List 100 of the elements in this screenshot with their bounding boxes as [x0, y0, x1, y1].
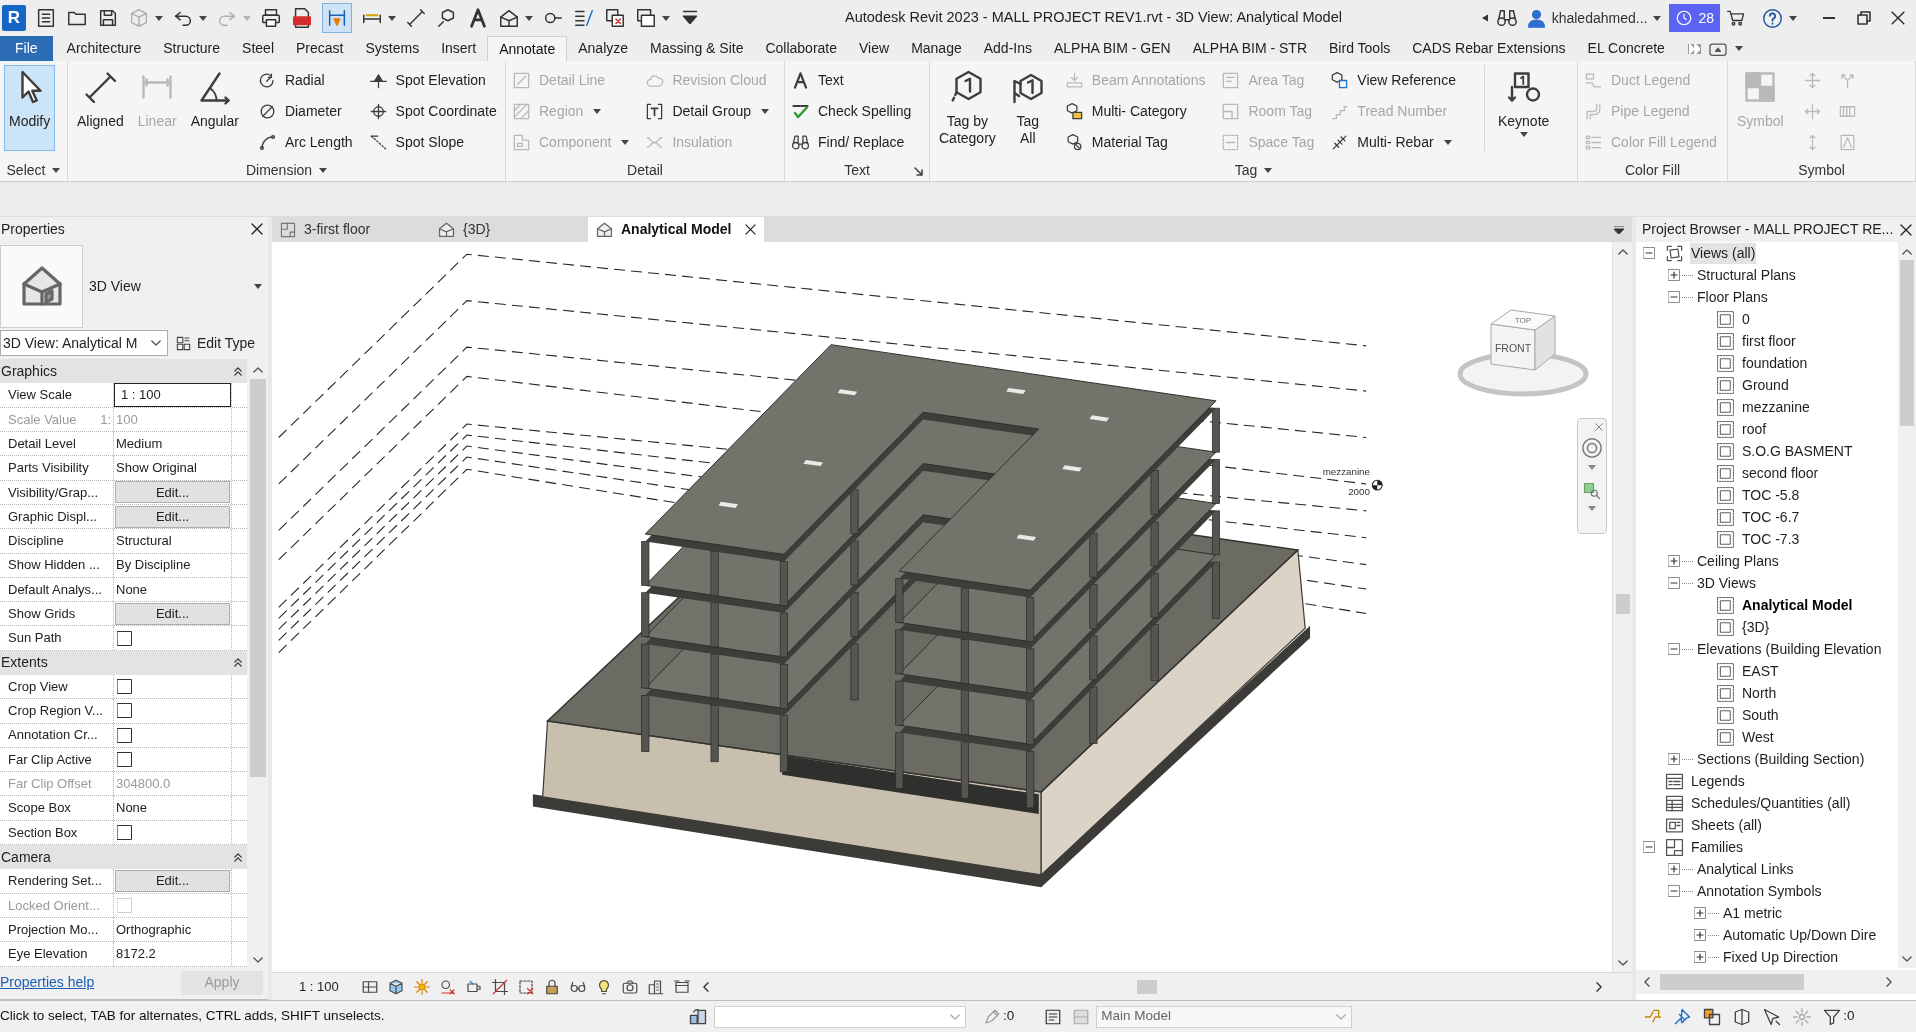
checkbox[interactable] [117, 752, 132, 767]
tree-item[interactable]: first floor [1741, 330, 1797, 352]
camera-icon[interactable] [620, 977, 639, 996]
ribbon-tab[interactable]: Massing & Site [639, 36, 755, 61]
ribbon-tool-button[interactable]: Diameter [255, 96, 355, 127]
tree-item[interactable]: North [1741, 682, 1778, 704]
expand-icon[interactable] [1668, 269, 1680, 281]
expand-icon[interactable] [1668, 555, 1680, 567]
chevron-down-icon[interactable] [1902, 956, 1912, 962]
workset-field[interactable] [714, 1005, 966, 1028]
edit-button[interactable]: Edit... [115, 481, 230, 504]
tree-item[interactable]: Views (all) [1690, 242, 1757, 264]
level-head-icon[interactable] [1371, 479, 1383, 491]
ribbon-tool-button[interactable]: Tag by Category [934, 65, 1001, 151]
cart-icon[interactable] [1726, 8, 1746, 28]
file-tab[interactable]: File [0, 36, 53, 61]
scrollbar-thumb[interactable] [1660, 974, 1804, 990]
ribbon-tool-button[interactable]: Angular [185, 65, 244, 151]
chevron-left-icon[interactable] [1644, 977, 1650, 987]
tree-item[interactable]: Sheets (all) [1690, 814, 1763, 836]
ribbon-tool-button[interactable]: Aligned [72, 65, 129, 151]
tree-item[interactable]: Ground [1741, 374, 1790, 396]
value-field[interactable]: 1 : 100 [114, 383, 231, 407]
tree-item[interactable]: Structural Plans [1696, 264, 1797, 286]
save-icon[interactable] [97, 7, 119, 29]
tree-item[interactable]: S.O.G BASMENT [1741, 440, 1854, 462]
edit-button[interactable]: Edit... [115, 602, 230, 625]
tree-item[interactable]: TOC -6.7 [1741, 506, 1801, 528]
ribbon-tool-button[interactable]: Find/ Replace [789, 127, 914, 158]
tree-item[interactable]: Annotation Symbols [1696, 880, 1823, 902]
caret-icon[interactable] [388, 15, 396, 21]
tree-item[interactable]: Analytical Model [1741, 594, 1854, 616]
crop-icon[interactable] [490, 977, 509, 996]
checkbox[interactable] [117, 679, 132, 695]
tree-item[interactable]: Floor Plans [1696, 286, 1769, 308]
chevron-up-icon[interactable] [1617, 249, 1628, 255]
user-menu[interactable]: khaledahmed... [1526, 4, 1662, 32]
circle-x-icon[interactable] [438, 977, 457, 996]
ring-icon[interactable] [1581, 437, 1603, 459]
panel-title[interactable]: Dimension [245, 159, 313, 181]
caret-icon[interactable] [52, 167, 61, 173]
collapse-icon[interactable] [234, 366, 242, 376]
close-icon[interactable] [251, 223, 263, 236]
dialog-launcher-icon[interactable] [914, 167, 923, 176]
edit-type-button[interactable]: Edit Type [176, 330, 256, 357]
tree-item[interactable]: Families [1690, 836, 1745, 858]
chevron-down-icon[interactable] [1617, 960, 1628, 966]
chevron-up-icon[interactable] [1902, 249, 1912, 255]
scrollbar-thumb[interactable] [1615, 594, 1630, 614]
caret-icon[interactable] [525, 15, 533, 21]
panel-title[interactable]: Select [6, 159, 46, 181]
dashed-square-x-icon[interactable] [516, 977, 535, 996]
ribbon-tool-button[interactable]: Spot Slope [366, 127, 499, 158]
caret-icon[interactable] [155, 15, 163, 21]
tree-item[interactable]: TOC -7.3 [1741, 528, 1801, 550]
caret-icon[interactable] [1789, 15, 1797, 21]
sun-icon[interactable] [412, 977, 431, 996]
scrollbar[interactable] [1898, 242, 1916, 968]
caret-icon[interactable] [319, 167, 328, 173]
tree-item[interactable]: 3D Views [1696, 572, 1757, 594]
buildings-icon[interactable] [646, 977, 665, 996]
ribbon-tab[interactable]: Manage [900, 36, 973, 61]
group-header[interactable]: Camera [1, 846, 51, 868]
blocks-icon[interactable] [688, 1006, 708, 1027]
tree-item[interactable]: Elevations (Building Elevation [1696, 638, 1883, 660]
close-icon[interactable] [1900, 223, 1912, 236]
expand-icon[interactable] [1668, 863, 1680, 875]
ribbon-tab[interactable]: Collaborate [754, 36, 849, 61]
tree-item[interactable]: roof [1741, 418, 1768, 440]
chevron-left-icon[interactable] [702, 981, 709, 992]
document-icon[interactable] [1044, 1007, 1063, 1026]
tree-item[interactable]: Fixed Up Direction [1722, 946, 1840, 968]
expand-icon[interactable] [1694, 951, 1706, 963]
ribbon-tool-button[interactable]: Tag All [1004, 65, 1051, 151]
chevron-right-icon[interactable] [1886, 977, 1892, 987]
tree-item[interactable]: Legends [1690, 770, 1746, 792]
tree-item[interactable]: Schedules/Quantities (all) [1690, 792, 1852, 814]
ribbon-tool-button[interactable]: Radial [255, 65, 355, 96]
ribbon-tab[interactable]: Structure [152, 36, 232, 61]
ribbon-tool-button[interactable]: Arc Length [255, 127, 355, 158]
chevron-down-icon[interactable] [253, 956, 263, 963]
ribbon-tool-button[interactable]: Spot Coordinate [366, 96, 499, 127]
tab-menu-icon[interactable] [1614, 226, 1624, 234]
ribbon-tab[interactable]: Insert [430, 36, 488, 61]
view-selector[interactable]: 3D View: Analytical M [0, 330, 168, 357]
chevron-up-icon[interactable] [253, 367, 263, 374]
tree-item[interactable]: Automatic Up/Down Dire [1722, 924, 1878, 946]
tree-item[interactable]: South [1741, 704, 1780, 726]
zoom-icon[interactable] [1583, 482, 1601, 500]
frame-icon[interactable] [672, 977, 691, 996]
panel-title[interactable]: Tag [1234, 159, 1258, 181]
ribbon-tab[interactable]: EL Concrete [1576, 36, 1676, 61]
diagonal-dimension-icon[interactable] [405, 7, 427, 29]
ribbon-tool-button[interactable]: Multi- Category [1062, 96, 1208, 127]
collapse-icon[interactable] [234, 658, 242, 668]
scrollbar-thumb[interactable] [1900, 260, 1914, 426]
scrollbar[interactable] [1636, 970, 1916, 994]
windows-icon[interactable] [635, 7, 657, 29]
ribbon-tab[interactable]: Analyze [567, 36, 640, 61]
document-tab[interactable]: Analytical Model [588, 217, 765, 242]
